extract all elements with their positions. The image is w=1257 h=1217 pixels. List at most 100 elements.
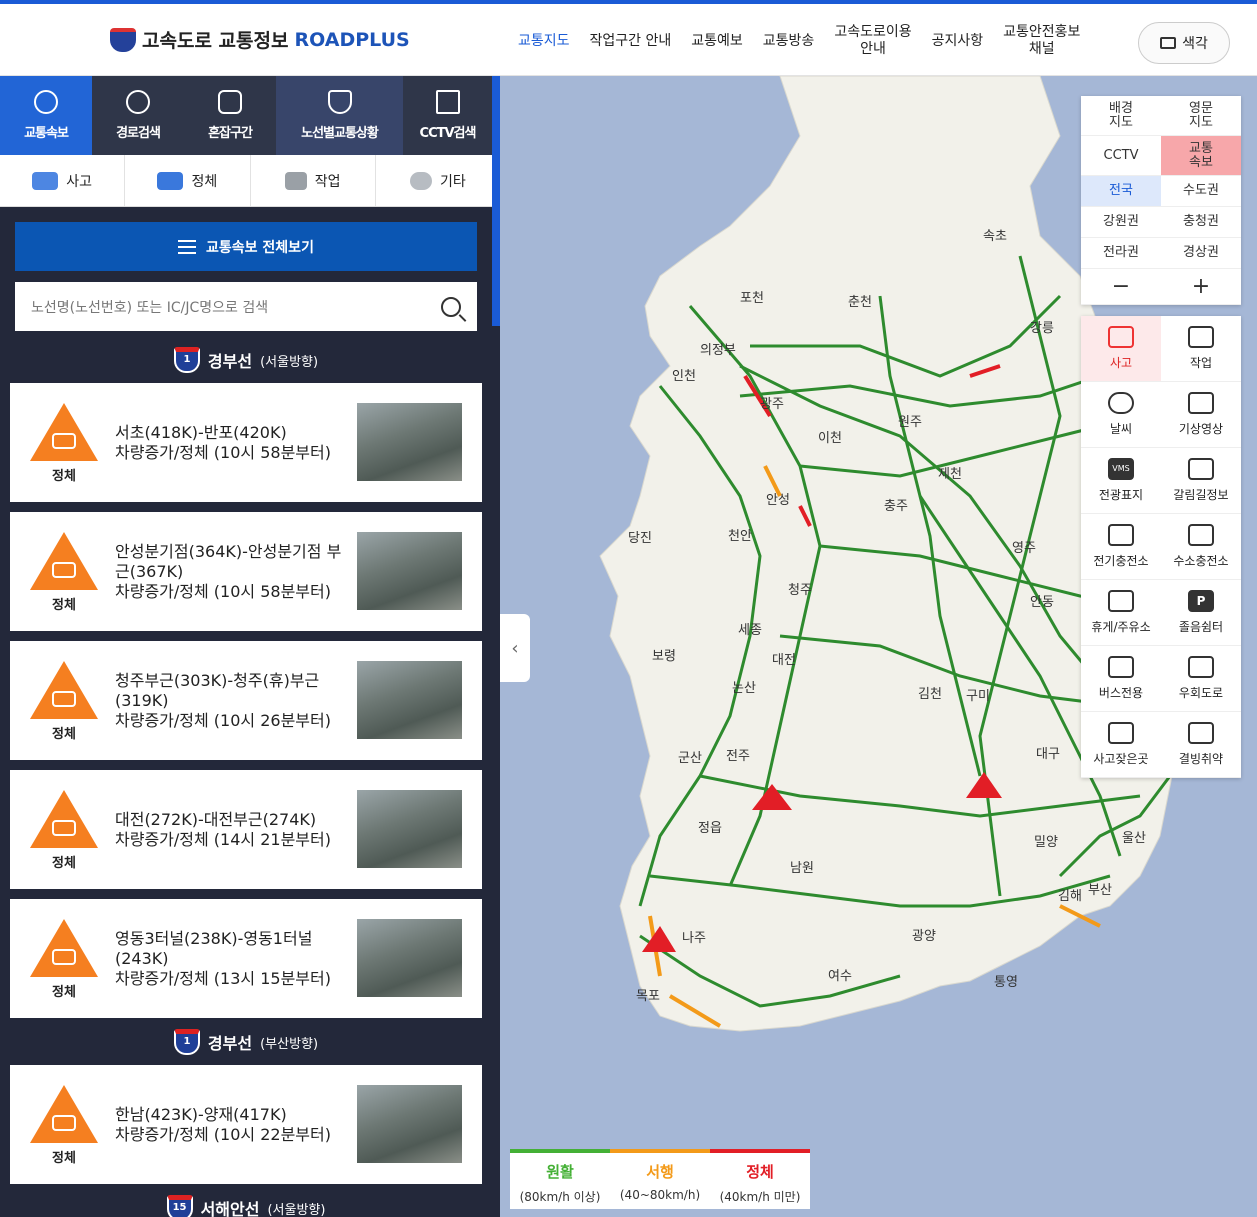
tool-vms[interactable]: VMS 전광표지 — [1081, 448, 1161, 514]
nav-work-zone[interactable]: 작업구간 안내 — [580, 33, 682, 50]
search-icon[interactable] — [441, 296, 461, 317]
cctv-thumbnail[interactable] — [357, 532, 462, 610]
tab-congestion[interactable]: 혼잡구간 — [184, 76, 276, 155]
cctv-thumbnail[interactable] — [357, 790, 462, 868]
subtab-work[interactable]: 작업 — [251, 155, 376, 206]
legend-congested: 정체 (40km/h 미만) — [710, 1149, 810, 1209]
incident-type: 정체 — [52, 727, 76, 742]
zoom-in-button[interactable]: + — [1161, 269, 1241, 305]
incident-card[interactable]: 정체 서초(418K)-반포(420K) 차량증가/정체 (10시 58분부터) — [10, 383, 482, 502]
city-label: 대구 — [1036, 746, 1060, 761]
subtab-label: 정체 — [191, 173, 218, 190]
tool-label: 휴게/주유소 — [1091, 620, 1151, 634]
main-nav: 교통지도 작업구간 안내 교통예보 교통방송 고속도로이용 안내 공지사항 교통… — [508, 18, 1090, 64]
tool-detour[interactable]: 우회도로 — [1161, 646, 1241, 712]
legend-smooth: 원활 (80km/h 이상) — [510, 1149, 610, 1209]
tool-junction[interactable]: 갈림길정보 — [1161, 448, 1241, 514]
incident-detail: 차량증가/정체 (10시 22분부터) — [115, 1125, 331, 1144]
tool-drowsy-shelter[interactable]: P 졸음쉼터 — [1161, 580, 1241, 646]
tab-label: 교통속보 — [24, 126, 69, 141]
incident-section: 청주부근(303K)-청주(휴)부근 (319K) — [115, 671, 320, 710]
cctv-thumbnail[interactable] — [357, 403, 462, 481]
tool-label: 전광표지 — [1098, 488, 1144, 502]
nav-traffic-map[interactable]: 교통지도 — [508, 33, 580, 50]
subtab-accident[interactable]: 사고 — [0, 155, 126, 206]
tool-accident-prone[interactable]: 사고잦은곳 — [1081, 712, 1161, 778]
city-label: 논산 — [732, 680, 756, 695]
route-direction: (서울방향) — [260, 354, 319, 370]
incident-card[interactable]: 정체 대전(272K)-대전부근(274K) 차량증가/정체 (14시 21분부터… — [10, 770, 482, 889]
subtab-other[interactable]: 기타 — [376, 155, 500, 206]
tab-route-status[interactable]: 노선별교통상황 — [276, 76, 403, 155]
city-label: 구미 — [966, 688, 990, 703]
route-direction: (서울방향) — [267, 1202, 326, 1217]
legend-range: (40~80km/h) — [619, 1188, 701, 1202]
tool-accident[interactable]: 사고 — [1081, 316, 1161, 382]
site-header: 고속도로 교통정보 ROADPLUS 교통지도 작업구간 안내 교통예보 교통방… — [0, 4, 1257, 76]
sidebar-scrollbar[interactable] — [492, 76, 500, 326]
nav-notice[interactable]: 공지사항 — [922, 33, 994, 50]
ice-icon — [1188, 722, 1214, 744]
rest-area-icon — [1108, 590, 1134, 612]
region-capital[interactable]: 수도권 — [1161, 176, 1241, 207]
layer-base-map[interactable]: 배경 지도 — [1081, 96, 1161, 136]
subtab-congestion[interactable]: 정체 — [125, 155, 251, 206]
cctv-thumbnail[interactable] — [357, 661, 462, 739]
incident-card[interactable]: 정체 청주부근(303K)-청주(휴)부근 (319K) 차량증가/정체 (10시… — [10, 641, 482, 760]
cctv-thumbnail[interactable] — [357, 919, 462, 997]
city-label: 천안 — [728, 528, 752, 543]
tool-label: 사고 — [1109, 356, 1133, 370]
legend-title: 원활 — [546, 1163, 574, 1181]
vms-icon: VMS — [1108, 458, 1134, 480]
layer-english-map[interactable]: 영문 지도 — [1161, 96, 1241, 136]
route-search-input[interactable]: 노선명(노선번호) 또는 IC/JC명으로 검색 — [15, 282, 477, 331]
tool-ev-charger[interactable]: 전기충전소 — [1081, 514, 1161, 580]
layer-traffic-news[interactable]: 교통 속보 — [1161, 136, 1241, 176]
region-gyeongsang[interactable]: 경상권 — [1161, 238, 1241, 269]
zoom-out-button[interactable]: − — [1081, 269, 1161, 305]
nav-traffic-forecast[interactable]: 교통예보 — [681, 33, 753, 50]
tool-ice-risk[interactable]: 결빙취약 — [1161, 712, 1241, 778]
nav-expressway-guide[interactable]: 고속도로이용 안내 — [824, 24, 921, 58]
nav-traffic-broadcast[interactable]: 교통방송 — [753, 33, 825, 50]
incident-card[interactable]: 정체 영동3터널(238K)-영동1터널 (243K) 차량증가/정체 (13시 … — [10, 899, 482, 1018]
route-shield-icon: 15 — [166, 1195, 193, 1217]
region-jeolla[interactable]: 전라권 — [1081, 238, 1161, 269]
city-label: 대전 — [772, 652, 796, 667]
route-name: 경부선 — [207, 1034, 253, 1053]
tab-cctv-search[interactable]: CCTV검색 — [403, 76, 492, 155]
tab-label: CCTV검색 — [419, 126, 477, 141]
tab-route-search[interactable]: 경로검색 — [92, 76, 184, 155]
tool-label: 우회도로 — [1178, 686, 1224, 700]
congestion-warning-icon: 정체 — [30, 790, 98, 871]
tool-hydrogen[interactable]: 수소충전소 — [1161, 514, 1241, 580]
cctv-thumbnail[interactable] — [357, 1085, 462, 1163]
region-gangwon[interactable]: 강원권 — [1081, 207, 1161, 238]
legend-range: (40km/h 미만) — [719, 1190, 801, 1204]
tool-weather[interactable]: 날씨 — [1081, 382, 1161, 448]
detour-icon — [1188, 656, 1214, 678]
traffic-legend: 원활 (80km/h 이상) 서행 (40~80km/h) 정체 (40km/h… — [510, 1149, 810, 1209]
monitor-icon — [1160, 37, 1177, 49]
color-vision-button[interactable]: 색각 — [1138, 22, 1230, 64]
tool-satellite[interactable]: 기상영상 — [1161, 382, 1241, 448]
region-nationwide[interactable]: 전국 — [1081, 176, 1161, 207]
nav-safety-channel[interactable]: 교통안전홍보 채널 — [993, 24, 1090, 58]
tool-bus-lane[interactable]: 버스전용 — [1081, 646, 1161, 712]
tab-traffic-news[interactable]: 교통속보 — [0, 76, 92, 155]
region-chungcheong[interactable]: 충청권 — [1161, 207, 1241, 238]
view-all-news-button[interactable]: 교통속보 전체보기 — [15, 222, 477, 271]
collapse-sidebar-button[interactable]: ‹ — [500, 614, 530, 682]
tool-construction[interactable]: 작업 — [1161, 316, 1241, 382]
incident-card[interactable]: 정체 한남(423K)-양재(417K) 차량증가/정체 (10시 22분부터) — [10, 1065, 482, 1184]
site-logo[interactable]: 고속도로 교통정보 ROADPLUS — [110, 26, 410, 53]
city-label: 울산 — [1122, 830, 1146, 845]
hydrogen-icon — [1188, 524, 1214, 546]
tool-rest-area[interactable]: 휴게/주유소 — [1081, 580, 1161, 646]
city-label: 보령 — [652, 648, 676, 663]
accident-icon — [1108, 326, 1134, 348]
incident-type: 정체 — [52, 1151, 76, 1166]
incident-card[interactable]: 정체 안성분기점(364K)-안성분기점 부근(367K) 차량증가/정체 (10… — [10, 512, 482, 631]
layer-cctv[interactable]: CCTV — [1081, 136, 1161, 176]
incident-detail: 차량증가/정체 (10시 58분부터) — [115, 443, 331, 462]
